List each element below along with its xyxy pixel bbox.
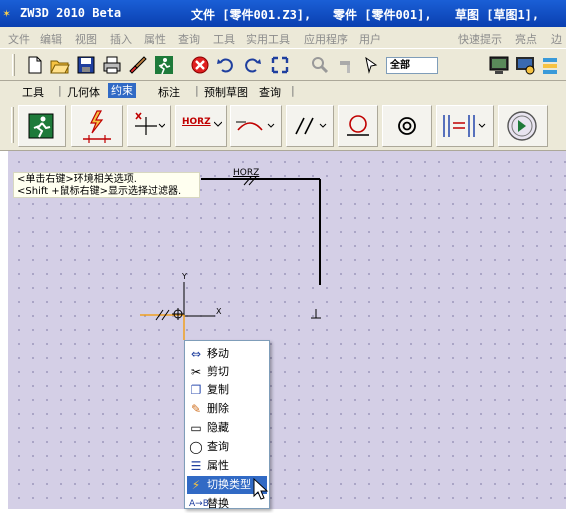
move-icon: ⇔	[190, 347, 202, 361]
eraser-icon: ✎	[190, 402, 202, 416]
menu-item-delete[interactable]: ✎ 删除	[187, 400, 267, 418]
hint-line-1: <单击右键>环境相关选项.	[17, 174, 137, 185]
y-axis-label: Y	[182, 272, 187, 281]
query-icon: ◯	[189, 440, 203, 454]
horz-constraint-tag: HORZ	[233, 168, 260, 178]
menu-item-cut[interactable]: ✂ 剪切	[187, 363, 267, 381]
hint-line-2: <Shift +鼠标右键>显示选择过滤器.	[17, 186, 182, 197]
menu-item-properties[interactable]: ☰ 属性	[187, 457, 267, 475]
x-axis-label: X	[216, 307, 222, 316]
scissors-icon: ✂	[190, 365, 202, 379]
hint-box: <单击右键>环境相关选项. <Shift +鼠标右键>显示选择过滤器.	[13, 172, 200, 198]
menu-item-hide[interactable]: ▭ 隐藏	[187, 419, 267, 437]
copy-icon: ❐	[190, 383, 202, 397]
menu-item-copy[interactable]: ❐ 复制	[187, 381, 267, 399]
properties-icon: ☰	[190, 459, 202, 473]
mouse-cursor-icon	[253, 478, 269, 500]
menu-item-move[interactable]: ⇔ 移动	[187, 345, 267, 363]
menu-item-query[interactable]: ◯ 查询	[187, 438, 267, 456]
sketch-geometry	[140, 176, 321, 340]
toggle-type-icon: ⚡	[191, 478, 201, 492]
hide-icon: ▭	[190, 421, 202, 435]
